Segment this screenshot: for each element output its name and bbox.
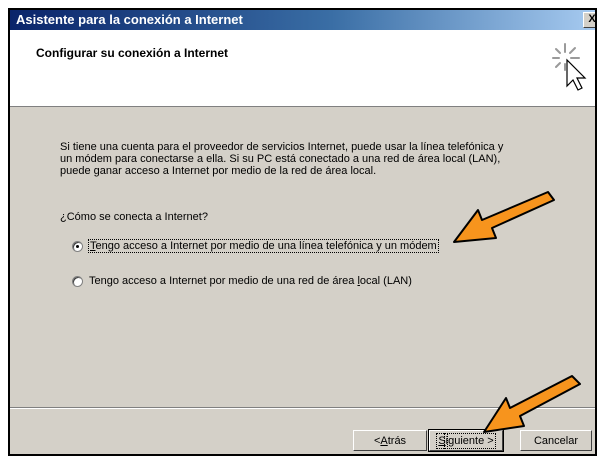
description: Si tiene una cuenta para el proveedor de… — [60, 141, 550, 177]
back-button[interactable]: < Atrás — [353, 430, 427, 451]
label-text: engo acceso a Internet por medio de una … — [95, 240, 437, 252]
radio-lan[interactable] — [72, 275, 83, 287]
close-button[interactable]: X — [583, 12, 595, 28]
description-line: un módem para conectarse a ella. Si su P… — [60, 153, 501, 165]
window-title: Asistente para la conexión a Internet — [16, 12, 243, 27]
access-key: A — [380, 434, 388, 447]
annotation-arrow-option — [453, 191, 555, 243]
label-text: ocal (LAN) — [359, 275, 412, 287]
button-text: trás — [387, 434, 407, 447]
option-lan-label[interactable]: Tengo acceso a Internet por medio de una… — [89, 275, 412, 287]
option-phone-modem-label[interactable]: Tengo acceso a Internet por medio de una… — [88, 239, 439, 253]
description-line: Si tiene una cuenta para el proveedor de… — [60, 141, 504, 153]
option-phone-modem[interactable]: Tengo acceso a Internet por medio de una… — [72, 239, 439, 253]
access-key: S — [436, 432, 448, 449]
page-title: Configurar su conexión a Internet — [36, 46, 229, 60]
wizard-wand-icon — [552, 43, 587, 91]
description-line: puede ganar acceso a Internet por medio … — [60, 165, 377, 177]
wizard-header: Configurar su conexión a Internet — [10, 30, 595, 107]
radio-phone-modem[interactable] — [72, 240, 83, 252]
label-text: Tengo acceso a Internet por medio de una… — [89, 275, 358, 287]
question-label: ¿Cómo se conecta a Internet? — [60, 211, 208, 223]
option-lan[interactable]: Tengo acceso a Internet por medio de una… — [72, 275, 412, 287]
annotation-arrow-next — [483, 375, 581, 433]
title-bar[interactable]: Asistente para la conexión a Internet X — [10, 10, 595, 30]
